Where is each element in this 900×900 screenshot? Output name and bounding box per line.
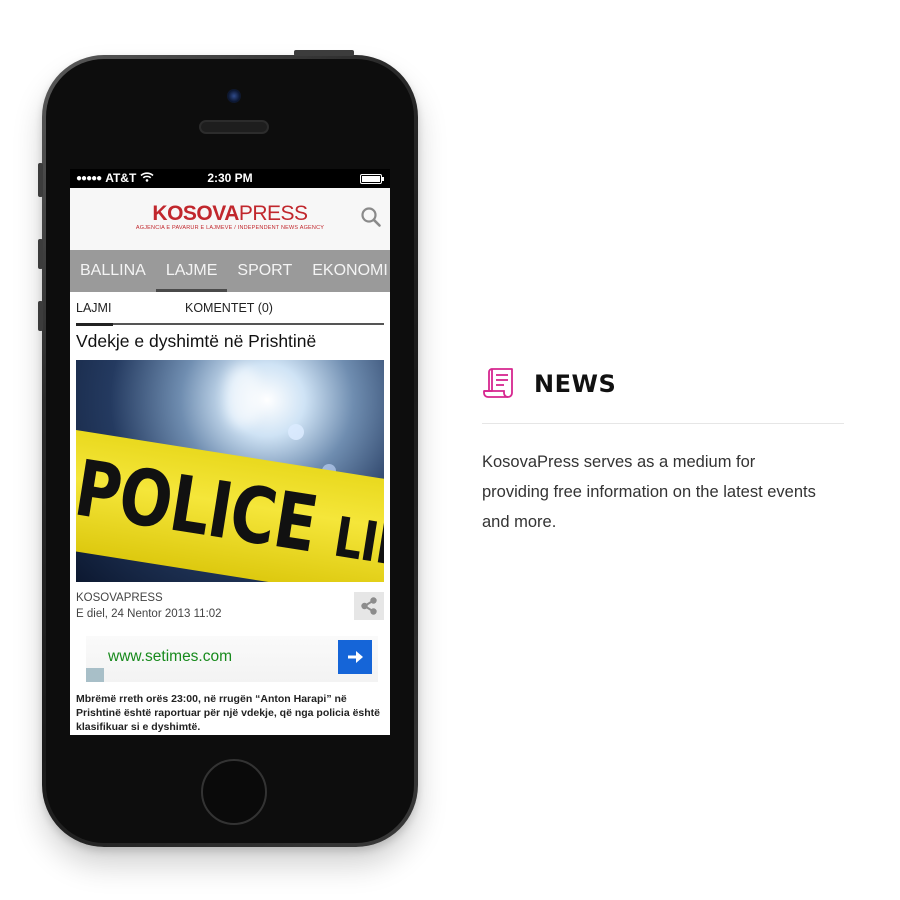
article-subtabs: LAJMI KOMENTET (0) — [76, 292, 384, 326]
battery-icon — [360, 174, 384, 184]
phone-screen: ●●●●● AT&T 2:30 PM KOSOVAPRESS AGJENCIA … — [70, 169, 390, 735]
tape-text-main: POLICE — [76, 442, 323, 571]
tab-sport[interactable]: SPORT — [227, 250, 302, 292]
tape-text-small: LINE DO NOT — [329, 505, 384, 582]
article-title: Vdekje e dyshimtë në Prishtinë — [76, 331, 317, 351]
subtab-komentet[interactable]: KOMENTET (0) — [185, 301, 273, 315]
article-body: Mbrëmë rreth orës 23:00, në rrugën “Anto… — [76, 693, 381, 733]
logo-tagline: AGJENCIA E PAVARUR E LAJMEVE / INDEPENDE… — [135, 225, 325, 231]
article-date: E diel, 24 Nentor 2013 11:02 — [76, 608, 222, 620]
police-tape: POLICE LINE DO NOT — [76, 426, 384, 582]
feature-title: NEWS — [534, 370, 617, 398]
divider — [482, 423, 844, 424]
logo-part-2: PRESS — [238, 202, 308, 225]
ad-info-icon[interactable] — [86, 668, 104, 682]
receipt-icon — [483, 366, 517, 400]
subtab-lajmi[interactable]: LAJMI — [76, 301, 114, 326]
category-tabs: BALLINA LAJME SPORT EKONOMI — [70, 250, 390, 292]
feature-description: KosovaPress serves as a medium for provi… — [482, 453, 816, 531]
volume-up-button — [38, 239, 43, 269]
share-icon[interactable] — [354, 592, 384, 620]
ad-banner[interactable]: www.setimes.com — [86, 636, 378, 682]
front-camera — [227, 89, 241, 103]
image-highlight — [226, 366, 260, 426]
home-button[interactable] — [201, 759, 267, 825]
image-bokeh-light — [288, 424, 304, 440]
status-time: 2:30 PM — [207, 171, 253, 185]
search-icon[interactable] — [360, 206, 382, 228]
kosovapress-logo[interactable]: KOSOVAPRESS AGJENCIA E PAVARUR E LAJMEVE… — [70, 202, 390, 231]
arrow-right-icon[interactable] — [338, 640, 372, 674]
article-image: POLICE LINE DO NOT — [76, 360, 384, 582]
app-header: KOSOVAPRESS AGJENCIA E PAVARUR E LAJMEVE… — [70, 188, 390, 250]
tab-ekonomi[interactable]: EKONOMI — [302, 250, 390, 292]
power-button — [294, 50, 354, 56]
logo-part-1: KOSOVA — [152, 202, 239, 225]
status-bar: ●●●●● AT&T 2:30 PM — [70, 169, 390, 188]
tab-ballina[interactable]: BALLINA — [70, 250, 156, 292]
article-source: KOSOVAPRESS — [76, 592, 163, 604]
mute-switch — [38, 163, 43, 197]
tab-lajme[interactable]: LAJME — [155, 250, 228, 292]
volume-down-button — [38, 301, 43, 331]
earpiece-speaker — [199, 120, 269, 134]
ad-url-link[interactable]: www.setimes.com — [108, 648, 232, 666]
article-meta: KOSOVAPRESS E diel, 24 Nentor 2013 11:02 — [76, 582, 384, 634]
